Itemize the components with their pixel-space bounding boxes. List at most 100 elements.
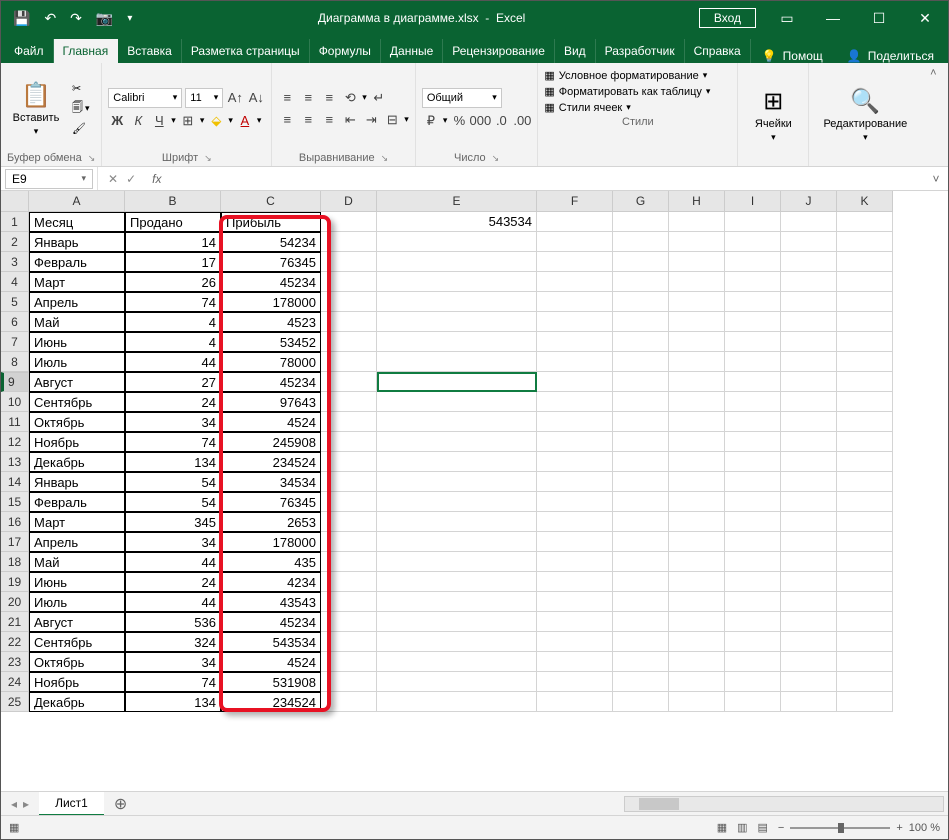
cell-C7[interactable]: 53452 [221,332,321,352]
cell-K1[interactable] [837,212,893,232]
cell-F15[interactable] [537,492,613,512]
cell-C14[interactable]: 34534 [221,472,321,492]
cell-I21[interactable] [725,612,781,632]
cell-G9[interactable] [613,372,669,392]
comma-icon[interactable]: 000 [471,112,489,130]
cell-A2[interactable]: Январь [29,232,125,252]
cell-E3[interactable] [377,252,537,272]
cell-H21[interactable] [669,612,725,632]
cell-C10[interactable]: 97643 [221,392,321,412]
cell-K22[interactable] [837,632,893,652]
cell-B7[interactable]: 4 [125,332,221,352]
align-middle-icon[interactable]: ≡ [299,89,317,107]
cell-E5[interactable] [377,292,537,312]
col-header-B[interactable]: B [125,191,221,212]
cell-H2[interactable] [669,232,725,252]
cell-G19[interactable] [613,572,669,592]
clipboard-dialog-icon[interactable]: ↘ [88,153,96,164]
cell-H25[interactable] [669,692,725,712]
cell-I18[interactable] [725,552,781,572]
row-header-9[interactable]: 9 [1,372,29,392]
tab-developer[interactable]: Разработчик [596,39,685,63]
camera-icon[interactable]: 📷 [96,10,113,27]
col-header-J[interactable]: J [781,191,837,212]
cell-B4[interactable]: 26 [125,272,221,292]
cell-H15[interactable] [669,492,725,512]
fill-color-button[interactable]: ⬙ [207,112,225,130]
cell-A5[interactable]: Апрель [29,292,125,312]
login-button[interactable]: Вход [699,8,756,28]
fx-icon[interactable]: fx [146,172,167,186]
cell-K18[interactable] [837,552,893,572]
cell-C25[interactable]: 234524 [221,692,321,712]
cell-F6[interactable] [537,312,613,332]
cell-G4[interactable] [613,272,669,292]
cell-A16[interactable]: Март [29,512,125,532]
col-header-G[interactable]: G [613,191,669,212]
copy-button[interactable]: 🗐▾ [69,98,93,119]
cell-F3[interactable] [537,252,613,272]
name-box[interactable]: E9▾ [5,169,93,189]
cell-I11[interactable] [725,412,781,432]
cell-B11[interactable]: 34 [125,412,221,432]
row-header-24[interactable]: 24 [1,672,29,692]
cell-D21[interactable] [321,612,377,632]
redo-icon[interactable]: ↷ [70,10,82,27]
cell-C23[interactable]: 4524 [221,652,321,672]
number-dialog-icon[interactable]: ↘ [492,153,500,164]
cell-D8[interactable] [321,352,377,372]
cell-B5[interactable]: 74 [125,292,221,312]
cell-H20[interactable] [669,592,725,612]
cell-J23[interactable] [781,652,837,672]
cell-F25[interactable] [537,692,613,712]
tab-home[interactable]: Главная [54,39,119,63]
cell-I25[interactable] [725,692,781,712]
font-size-select[interactable]: 11▾ [185,88,223,108]
cell-E9[interactable] [377,372,537,392]
cell-A18[interactable]: Май [29,552,125,572]
wrap-text-icon[interactable]: ↵ [370,89,388,107]
qat-dropdown-icon[interactable]: ▾ [127,13,132,24]
row-header-18[interactable]: 18 [1,552,29,572]
cell-K11[interactable] [837,412,893,432]
cell-F1[interactable] [537,212,613,232]
row-header-8[interactable]: 8 [1,352,29,372]
cell-I2[interactable] [725,232,781,252]
cell-E22[interactable] [377,632,537,652]
cell-C5[interactable]: 178000 [221,292,321,312]
cell-E1[interactable]: 543534 [377,212,537,232]
col-header-H[interactable]: H [669,191,725,212]
cell-I12[interactable] [725,432,781,452]
cell-K13[interactable] [837,452,893,472]
undo-icon[interactable]: ↶ [44,10,56,27]
cell-I23[interactable] [725,652,781,672]
cell-F5[interactable] [537,292,613,312]
cell-F8[interactable] [537,352,613,372]
cell-B3[interactable]: 17 [125,252,221,272]
cell-G16[interactable] [613,512,669,532]
sheet-nav-prev-icon[interactable]: ◂ [11,797,17,811]
cut-button[interactable]: ✂ [69,81,93,96]
cell-G15[interactable] [613,492,669,512]
format-as-table-button[interactable]: ▦Форматировать как таблицу▾ [544,85,731,98]
cell-I7[interactable] [725,332,781,352]
ribbon-options-icon[interactable]: ▭ [764,1,810,35]
cell-I24[interactable] [725,672,781,692]
align-bottom-icon[interactable]: ≡ [320,89,338,107]
cell-B16[interactable]: 345 [125,512,221,532]
cell-I6[interactable] [725,312,781,332]
cell-C2[interactable]: 54234 [221,232,321,252]
font-dialog-icon[interactable]: ↘ [204,153,212,164]
cell-D12[interactable] [321,432,377,452]
row-header-2[interactable]: 2 [1,232,29,252]
cell-F11[interactable] [537,412,613,432]
col-header-K[interactable]: K [837,191,893,212]
cell-K17[interactable] [837,532,893,552]
format-painter-button[interactable]: 🖌 [69,121,93,136]
cell-B19[interactable]: 24 [125,572,221,592]
cell-K24[interactable] [837,672,893,692]
share-icon[interactable]: 👤 [847,49,862,63]
cell-A3[interactable]: Февраль [29,252,125,272]
cell-D1[interactable] [321,212,377,232]
cell-K23[interactable] [837,652,893,672]
